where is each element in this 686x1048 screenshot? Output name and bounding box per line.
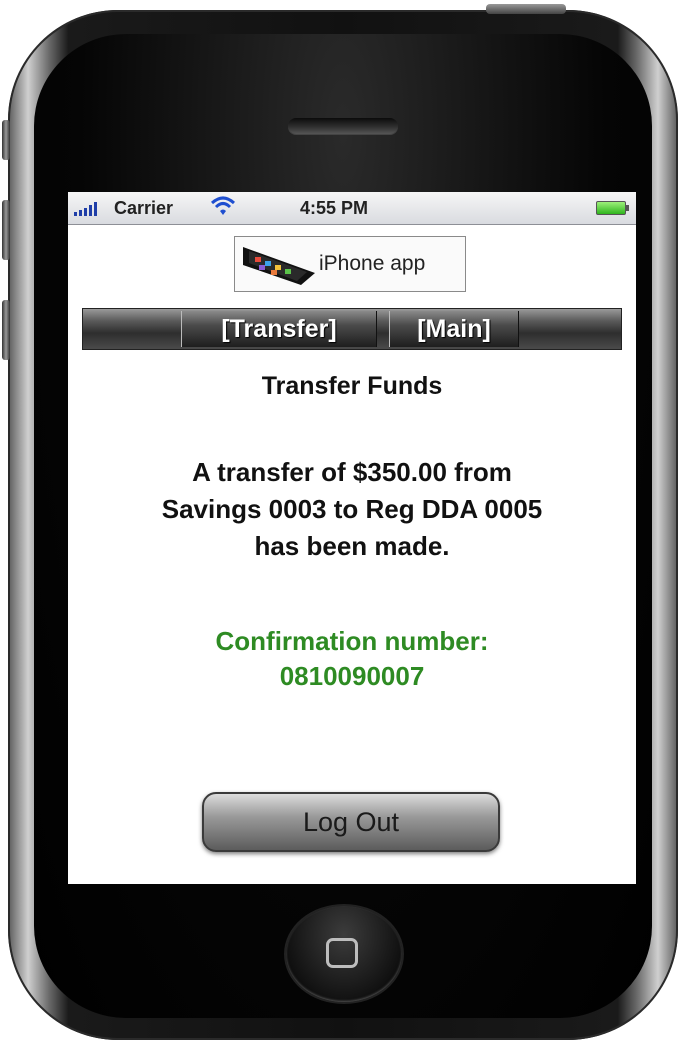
- page-title: Transfer Funds: [261, 372, 443, 400]
- confirmation-block: Confirmation number: 0810090007: [68, 624, 636, 694]
- volume-down-button: [2, 300, 10, 360]
- home-square-icon: [326, 938, 358, 968]
- confirmation-label: Confirmation number:: [215, 626, 489, 656]
- home-button[interactable]: [286, 906, 402, 1002]
- transfer-message: A transfer of $350.00 from Savings 0003 …: [68, 454, 636, 565]
- sleep-button: [486, 4, 566, 14]
- volume-up-button: [2, 200, 10, 260]
- app-logo: iPhone app: [234, 236, 466, 292]
- confirmation-number: 0810090007: [279, 661, 425, 691]
- earpiece-speaker: [288, 118, 398, 134]
- main-nav-button[interactable]: [Main]: [389, 311, 519, 347]
- logo-text: iPhone app: [319, 252, 426, 275]
- status-time: 4:55 PM: [300, 198, 369, 218]
- signal-bars-icon: [74, 202, 97, 216]
- message-line: A transfer of $350.00 from: [192, 457, 512, 487]
- message-line: Savings 0003 to Reg DDA 0005: [161, 494, 543, 524]
- mute-switch: [2, 120, 10, 160]
- carrier-name: Carrier: [114, 198, 174, 218]
- message-line: has been made.: [254, 531, 450, 561]
- transfer-nav-button[interactable]: [Transfer]: [181, 311, 377, 347]
- battery-icon: [596, 201, 629, 215]
- wifi-icon: [210, 194, 236, 224]
- status-bar: Carrier 4:55 PM: [68, 192, 636, 225]
- phone-logo-icon: [243, 247, 315, 285]
- phone-screen: Carrier 4:55 PM iPhone app [Transfer] [M…: [68, 192, 636, 884]
- logout-button[interactable]: Log Out: [202, 792, 500, 852]
- nav-bar: [Transfer] [Main]: [82, 308, 622, 350]
